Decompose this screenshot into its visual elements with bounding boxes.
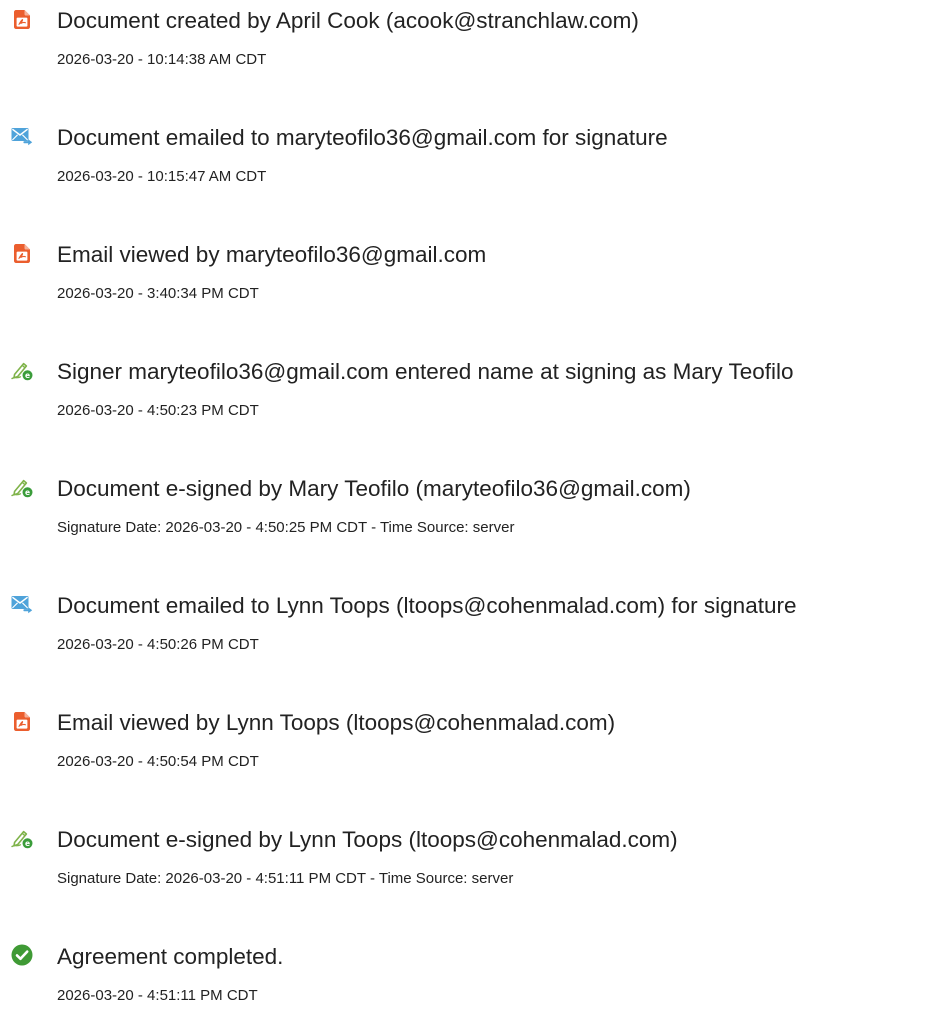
document-icon	[10, 709, 34, 733]
email-send-icon	[10, 592, 34, 616]
event-signature-date: Signature Date: 2026-03-20 - 4:50:25 PM …	[57, 519, 515, 536]
audit-event: Agreement completed. 2026-03-20 - 4:51:1…	[0, 936, 937, 1016]
event-signature-date: Signature Date: 2026-03-20 - 4:51:11 PM …	[57, 870, 514, 887]
event-timestamp: 2026-03-20 - 4:50:26 PM CDT	[57, 636, 259, 653]
audit-event-list: Document created by April Cook (acook@st…	[0, 0, 937, 1004]
event-title: Document e-signed by Lynn Toops (ltoops@…	[57, 827, 678, 852]
document-icon	[10, 241, 34, 265]
event-title: Document e-signed by Mary Teofilo (maryt…	[57, 476, 691, 501]
event-timestamp: 2026-03-20 - 10:15:47 AM CDT	[57, 168, 267, 185]
event-timestamp: 2026-03-20 - 3:40:34 PM CDT	[57, 285, 259, 302]
esign-icon: e	[10, 826, 34, 850]
audit-event: e Signer maryteofilo36@gmail.com entered…	[0, 351, 937, 431]
audit-event: Document emailed to Lynn Toops (ltoops@c…	[0, 585, 937, 665]
svg-text:e: e	[25, 488, 30, 497]
audit-event: Email viewed by Lynn Toops (ltoops@cohen…	[0, 702, 937, 782]
event-timestamp: 2026-03-20 - 4:50:54 PM CDT	[57, 753, 259, 770]
event-title: Document emailed to Lynn Toops (ltoops@c…	[57, 593, 797, 618]
checkmark-circle-icon	[10, 943, 34, 967]
audit-event: e Document e-signed by Lynn Toops (ltoop…	[0, 819, 937, 899]
event-timestamp: 2026-03-20 - 4:51:11 PM CDT	[57, 987, 258, 1004]
event-timestamp: 2026-03-20 - 10:14:38 AM CDT	[57, 51, 267, 68]
esign-icon: e	[10, 358, 34, 382]
audit-event: Email viewed by maryteofilo36@gmail.com …	[0, 234, 937, 314]
event-title: Email viewed by maryteofilo36@gmail.com	[57, 242, 487, 267]
document-icon	[10, 7, 34, 31]
audit-event: Document emailed to maryteofilo36@gmail.…	[0, 117, 937, 197]
event-title: Document created by April Cook (acook@st…	[57, 8, 639, 33]
audit-event: e Document e-signed by Mary Teofilo (mar…	[0, 468, 937, 548]
event-title: Document emailed to maryteofilo36@gmail.…	[57, 125, 668, 150]
esign-icon: e	[10, 475, 34, 499]
event-title: Email viewed by Lynn Toops (ltoops@cohen…	[57, 710, 616, 735]
event-title: Signer maryteofilo36@gmail.com entered n…	[57, 359, 794, 384]
event-timestamp: 2026-03-20 - 4:50:23 PM CDT	[57, 402, 259, 419]
svg-text:e: e	[25, 839, 30, 848]
svg-text:e: e	[25, 371, 30, 380]
event-title: Agreement completed.	[57, 944, 284, 969]
email-send-icon	[10, 124, 34, 148]
audit-event: Document created by April Cook (acook@st…	[0, 0, 937, 80]
